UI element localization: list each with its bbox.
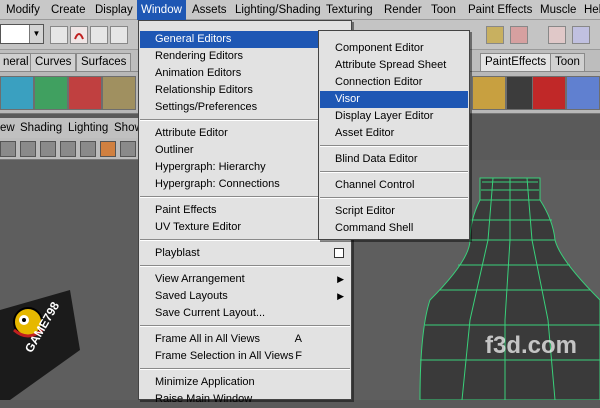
menu-help[interactable]: Hel: [580, 0, 600, 20]
menu-item-label: Saved Layouts: [155, 290, 228, 302]
brush-preset-icon[interactable]: [34, 76, 68, 110]
smooth-shade-icon[interactable]: [120, 141, 136, 157]
menu-item-visor[interactable]: Visor: [320, 91, 468, 108]
menu-item-label: Settings/Preferences: [155, 101, 258, 113]
menu-item-label: Relationship Editors: [155, 84, 253, 96]
history-icon[interactable]: [572, 26, 590, 44]
menu-item-label: View Arrangement: [155, 273, 245, 285]
menu-paint-effects[interactable]: Paint Effects: [464, 0, 536, 20]
menu-display[interactable]: Display: [91, 0, 137, 20]
menu-item-blind-data-editor[interactable]: Blind Data Editor: [320, 151, 468, 168]
menu-item-label: Frame All in All Views: [155, 333, 260, 345]
menu-separator: [140, 265, 350, 267]
menu-item-command-shell[interactable]: Command Shell: [320, 220, 468, 237]
menu-assets[interactable]: Assets: [188, 0, 231, 20]
camera-icon[interactable]: [0, 141, 16, 157]
menu-item-script-editor[interactable]: Script Editor: [320, 203, 468, 220]
panel-toolbar: [0, 138, 140, 160]
tab-surfaces[interactable]: Surfaces: [76, 53, 132, 71]
menu-item-label: Playblast: [155, 247, 200, 259]
open-scene-icon[interactable]: [70, 26, 88, 44]
menu-window[interactable]: Window: [137, 0, 186, 20]
tab-toon[interactable]: Toon: [550, 53, 585, 71]
save-scene-icon[interactable]: [90, 26, 108, 44]
menu-item-component-editor[interactable]: Component Editor: [320, 40, 468, 57]
menu-item-label: Rendering Editors: [155, 50, 244, 62]
menu-modify[interactable]: Modify: [2, 0, 44, 20]
menu-render[interactable]: Render: [380, 0, 426, 20]
watermark-site: f3d.com: [485, 332, 578, 359]
tab-curves[interactable]: Curves: [30, 53, 77, 71]
menu-item-label: General Editors: [155, 33, 232, 45]
tab-painteffects[interactable]: PaintEffects: [480, 53, 552, 71]
menu-separator: [140, 325, 350, 327]
menu-item-frame-selection[interactable]: Frame Selection in All Views F: [140, 348, 350, 365]
main-menu-bar: Modify Create Display Window Assets Ligh…: [0, 0, 600, 20]
select-mode-icon[interactable]: [110, 26, 128, 44]
brush-preset-icon[interactable]: [566, 76, 600, 110]
image-plane-icon[interactable]: [40, 141, 56, 157]
brush-preset-icon[interactable]: [0, 76, 34, 110]
menu-create[interactable]: Create: [47, 0, 90, 20]
menu-separator: [320, 145, 468, 147]
bookmark-icon[interactable]: [20, 141, 36, 157]
snap-icon[interactable]: [510, 26, 528, 44]
brush-preset-icon[interactable]: [472, 76, 506, 110]
grid-icon[interactable]: [60, 141, 76, 157]
magnet-icon[interactable]: [548, 26, 566, 44]
chevron-down-icon[interactable]: ▼: [29, 25, 43, 43]
menu-item-view-arrangement[interactable]: View Arrangement ▶: [140, 271, 350, 288]
menu-shortcut: F: [295, 350, 302, 362]
panel-menu-view[interactable]: ew: [0, 118, 15, 138]
panel-menu-bar: ew Shading Lighting Show: [0, 118, 143, 138]
menu-separator: [320, 171, 468, 173]
submenu-arrow-icon: ▶: [337, 274, 344, 284]
menu-item-save-current-layout[interactable]: Save Current Layout...: [140, 305, 350, 322]
menu-item-minimize-application[interactable]: Minimize Application: [140, 374, 350, 391]
brush-preset-icon[interactable]: [102, 76, 136, 110]
tab-general[interactable]: neral: [0, 53, 34, 71]
mode-selector[interactable]: ▼: [0, 24, 44, 44]
menu-lighting-shading[interactable]: Lighting/Shading: [231, 0, 325, 20]
watermark-logo: GAME798: [0, 290, 80, 400]
new-scene-icon[interactable]: [50, 26, 68, 44]
menu-item-display-layer-editor[interactable]: Display Layer Editor: [320, 108, 468, 125]
wireframe-icon[interactable]: [100, 141, 116, 157]
lock-icon[interactable]: [486, 26, 504, 44]
menu-toon[interactable]: Toon: [427, 0, 460, 20]
menu-item-attribute-spread-sheet[interactable]: Attribute Spread Sheet: [320, 57, 468, 74]
menu-item-label: Frame Selection in All Views: [155, 350, 294, 362]
menu-item-saved-layouts[interactable]: Saved Layouts ▶: [140, 288, 350, 305]
menu-item-label: Animation Editors: [155, 67, 242, 79]
menu-separator: [140, 368, 350, 370]
panel-menu-shading[interactable]: Shading: [20, 118, 62, 138]
brush-preset-icon[interactable]: [68, 76, 102, 110]
film-gate-icon[interactable]: [80, 141, 96, 157]
option-box-icon[interactable]: [334, 248, 344, 258]
submenu-arrow-icon: ▶: [337, 291, 344, 301]
menu-muscle[interactable]: Muscle: [536, 0, 580, 20]
bee-mascot-icon: [0, 290, 80, 400]
brush-preset-icon[interactable]: [532, 76, 566, 110]
menu-shortcut: A: [294, 333, 302, 345]
pdf-like-icon: [74, 33, 84, 40]
menu-item-frame-all[interactable]: Frame All in All Views A: [140, 331, 350, 348]
menu-separator: [320, 197, 468, 199]
menu-item-channel-control[interactable]: Channel Control: [320, 177, 468, 194]
menu-item-playblast[interactable]: Playblast: [140, 245, 350, 262]
menu-texturing[interactable]: Texturing: [322, 0, 377, 20]
menu-item-asset-editor[interactable]: Asset Editor: [320, 125, 468, 142]
panel-menu-lighting[interactable]: Lighting: [68, 118, 108, 138]
general-editors-submenu: Component Editor Attribute Spread Sheet …: [318, 30, 470, 240]
menu-item-connection-editor[interactable]: Connection Editor: [320, 74, 468, 91]
